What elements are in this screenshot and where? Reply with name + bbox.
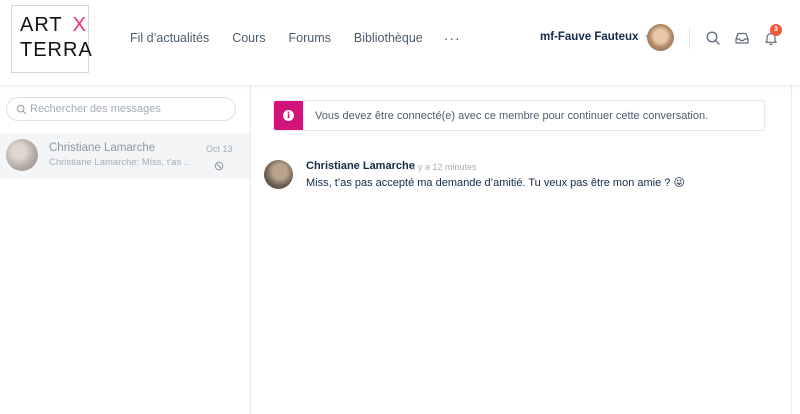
connection-notice: i Vous devez être connecté(e) avec ce me… — [273, 100, 765, 131]
message-timestamp: Il y a 12 minutes — [411, 162, 477, 172]
logo-line-1: ART X — [20, 13, 88, 38]
blocked-icon — [214, 161, 224, 171]
thread-avatar — [6, 139, 38, 171]
page-scrollbar[interactable] — [791, 85, 800, 414]
header-divider — [689, 27, 690, 49]
messages-sidebar: Christiane Lamarche Oct 13 Christiane La… — [0, 85, 251, 414]
nav-item-fil-actualites[interactable]: Fil d’actualités — [130, 31, 209, 45]
message-author[interactable]: Christiane Lamarche — [306, 160, 415, 172]
logo-word-art: ART — [20, 14, 63, 36]
message-author-avatar[interactable] — [264, 160, 293, 189]
message-text: Miss, t’as pas accepté ma demande d’amit… — [306, 177, 685, 189]
notice-accent: i — [274, 101, 303, 130]
thread-list-item[interactable]: Christiane Lamarche Oct 13 Christiane La… — [0, 133, 250, 179]
logo-line-2: TERRA — [20, 39, 93, 61]
notifications-count-badge: 3 — [770, 24, 782, 36]
search-icon[interactable] — [705, 30, 721, 46]
site-header: ART X TERRA Fil d’actualités Cours Forums… — [0, 0, 800, 85]
nav-item-forums[interactable]: Forums — [289, 31, 331, 45]
user-menu[interactable]: mf-Fauve Fauteux — [540, 31, 653, 43]
main-nav: Fil d’actualités Cours Forums Bibliothèq… — [130, 31, 461, 45]
conversation-panel: i Vous devez être connecté(e) avec ce me… — [252, 85, 790, 414]
logo-x-mark: X — [72, 14, 87, 36]
thread-name: Christiane Lamarche — [49, 142, 156, 154]
thread-preview: Christiane Lamarche: Miss, t'as ... — [49, 157, 189, 168]
nav-item-bibliotheque[interactable]: Bibliothèque — [354, 31, 423, 45]
inbox-icon[interactable] — [734, 30, 750, 46]
site-logo[interactable]: ART X TERRA — [11, 5, 93, 73]
search-icon — [16, 104, 27, 115]
nav-item-cours[interactable]: Cours — [232, 31, 265, 45]
user-name: mf-Fauve Fauteux — [540, 31, 639, 43]
message-search[interactable] — [6, 97, 236, 121]
nav-more-button[interactable]: ··· — [444, 31, 461, 45]
message-item: Christiane Lamarche Il y a 12 minutes Mi… — [264, 160, 764, 200]
thread-date: Oct 13 — [206, 144, 233, 154]
search-messages-input[interactable] — [30, 101, 230, 117]
user-avatar[interactable] — [647, 24, 674, 51]
info-icon: i — [283, 110, 294, 121]
notice-text: Vous devez être connecté(e) avec ce memb… — [315, 110, 709, 122]
